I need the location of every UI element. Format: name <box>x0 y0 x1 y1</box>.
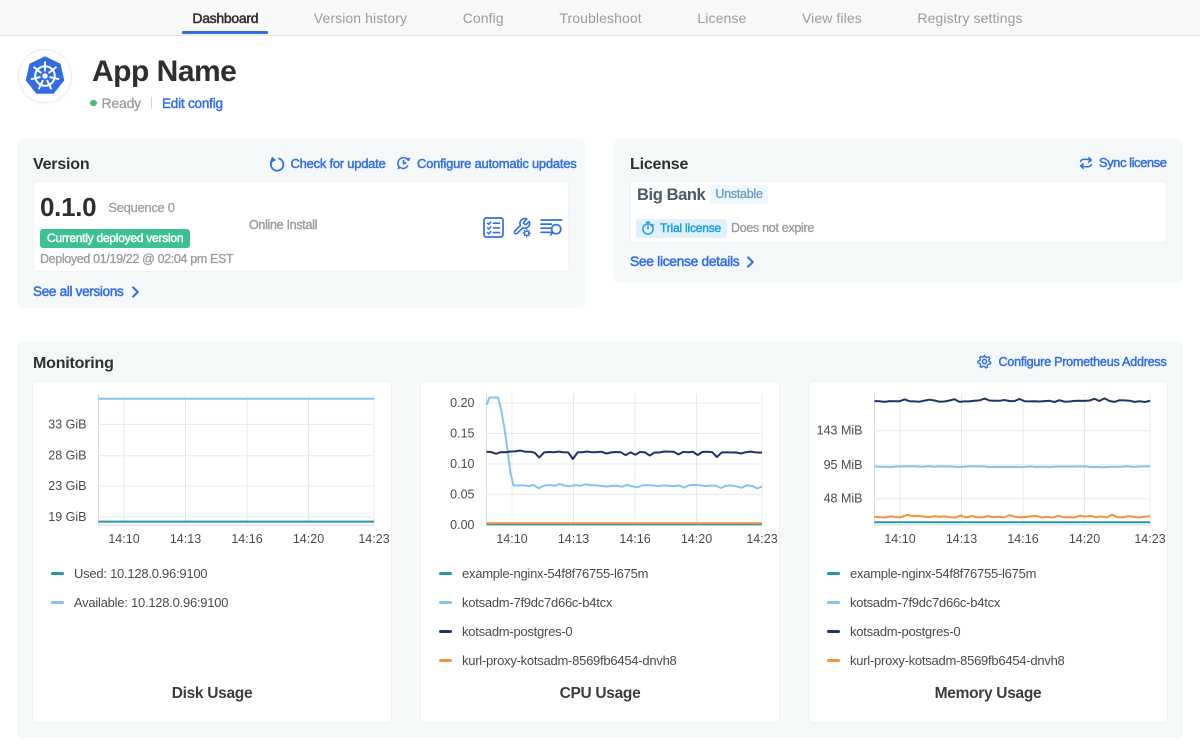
svg-text:33 GiB: 33 GiB <box>48 417 86 431</box>
svg-text:19 GiB: 19 GiB <box>48 510 86 524</box>
svg-text:14:20: 14:20 <box>1069 532 1100 546</box>
svg-text:95 MiB: 95 MiB <box>824 458 863 472</box>
svg-text:14:10: 14:10 <box>108 532 139 546</box>
svg-text:14:23: 14:23 <box>1134 532 1165 546</box>
svg-text:143 MiB: 143 MiB <box>817 424 863 438</box>
svg-text:14:13: 14:13 <box>558 532 589 546</box>
svg-text:14:16: 14:16 <box>231 532 262 546</box>
svg-text:14:16: 14:16 <box>1007 532 1038 546</box>
svg-text:0.15: 0.15 <box>450 427 474 441</box>
svg-text:14:13: 14:13 <box>170 532 201 546</box>
svg-text:28 GiB: 28 GiB <box>48 449 86 463</box>
svg-text:0.10: 0.10 <box>450 457 474 471</box>
svg-text:14:20: 14:20 <box>681 532 712 546</box>
svg-text:14:10: 14:10 <box>884 532 915 546</box>
svg-text:14:23: 14:23 <box>746 532 777 546</box>
svg-text:23 GiB: 23 GiB <box>48 479 86 493</box>
svg-text:0.20: 0.20 <box>450 396 474 410</box>
svg-text:0.00: 0.00 <box>450 518 474 532</box>
svg-text:14:23: 14:23 <box>358 532 389 546</box>
svg-text:48 MiB: 48 MiB <box>824 492 863 506</box>
svg-text:14:13: 14:13 <box>946 532 977 546</box>
svg-text:14:16: 14:16 <box>619 532 650 546</box>
svg-text:14:10: 14:10 <box>496 532 527 546</box>
svg-text:14:20: 14:20 <box>293 532 324 546</box>
svg-text:0.05: 0.05 <box>450 487 474 501</box>
